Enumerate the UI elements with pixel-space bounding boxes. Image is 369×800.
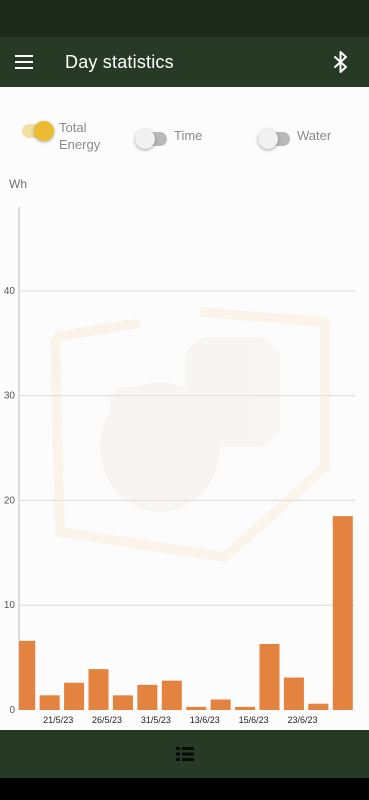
x-tick-label: 31/5/23 [141,715,171,725]
app-bar: Day statistics [0,37,369,87]
chart-bar [186,706,207,710]
x-tick-label: 23/6/23 [287,715,317,725]
energy-bar-chart: 0 10 20 30 40 21/5/23 26/5/23 31/5/23 13/6/23 15/… [4,207,355,725]
y-tick-label: 0 [9,705,15,716]
y-tick-label: 40 [4,286,16,297]
y-tick-label: 30 [4,391,16,402]
hamburger-menu-icon[interactable] [0,37,50,87]
chart-bar [210,699,231,710]
statistics-content: Total Energy Time Water Wh 0 10 20 30 40 21/5… [0,87,369,730]
chart-bar [235,706,256,710]
page-title: Day statistics [65,51,174,72]
bottom-bar [0,730,369,778]
chart-bar [19,640,36,710]
x-tick-label: 13/6/23 [190,715,220,725]
chart-bar [308,703,329,710]
chart-bar [64,682,85,710]
system-nav-bar [0,778,369,800]
y-tick-label: 20 [4,495,16,506]
x-tick-label: 26/5/23 [92,715,122,725]
y-tick-label: 10 [4,600,16,611]
x-tick-label: 15/6/23 [239,715,269,725]
chart-bar [112,695,133,710]
chart-bar [259,643,280,710]
chart-bar [88,669,109,710]
x-tick-label: 21/5/23 [43,715,73,725]
chart-bar [283,677,304,710]
status-bar [0,0,369,37]
chart-bar [39,695,60,710]
list-view-icon[interactable] [161,730,209,778]
chart-bar [332,516,353,710]
bluetooth-icon[interactable] [321,37,361,87]
chart-bar [161,680,182,710]
chart-bar [137,684,158,710]
